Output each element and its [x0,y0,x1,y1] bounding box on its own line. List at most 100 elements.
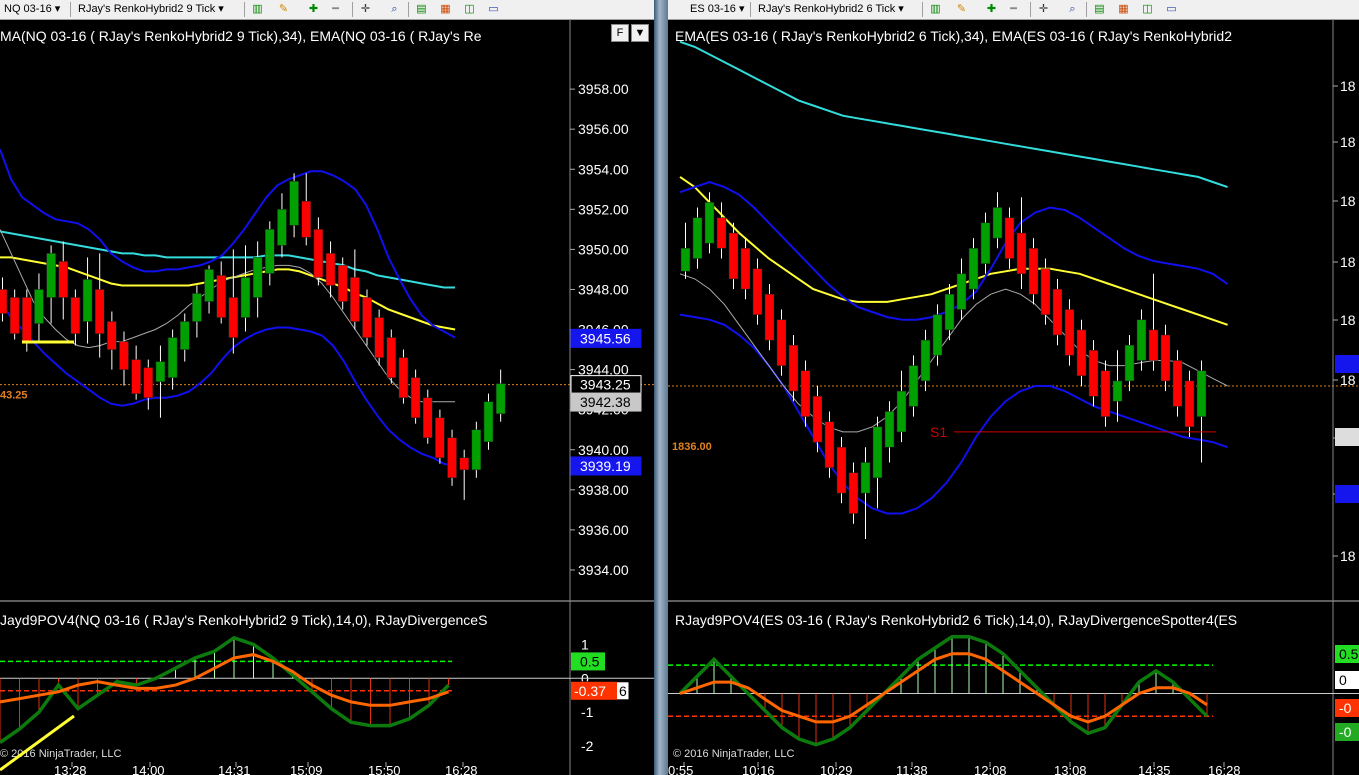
bull-candle [704,202,715,244]
bear-candle [362,297,372,338]
left-chart-canvas[interactable]: MA(NQ 03-16 ( RJay's RenkoHybrid2 9 Tick… [0,0,654,775]
osc-tick-label: -2 [581,738,594,754]
series-line-lower-band [0,300,456,467]
series-line-ema-slow [679,40,1228,189]
lower-band-badge: 3939.19 [580,458,631,474]
y-tick-label: 18 [1340,134,1356,150]
prior-close-label: 1836.00 [672,441,712,453]
y-tick-label: 3936.00 [578,522,629,538]
bear-candle [143,367,154,398]
osc-panel-title: Jayd9POV4(NQ 03-16 ( RJay's RenkoHybrid2… [0,612,487,628]
bear-candle [107,321,117,350]
series-line-ema-34 [0,256,456,331]
bear-candle [848,472,859,514]
bull-candle [192,293,202,322]
bear-candle [216,275,226,318]
y-tick-label: 3958.00 [578,81,629,97]
bull-candle [46,253,56,298]
y-tick-label: 3934.00 [578,562,629,578]
x-tick-label: 14:31 [218,763,251,775]
bull-candle [920,339,931,382]
right-chart-pane[interactable]: ES 03-16 ▾ RJay's RenkoHybrid2 6 Tick ▾ … [668,0,1359,775]
right-chart-canvas[interactable]: EMA(ES 03-16 ( RJay's RenkoHybrid2 6 Tic… [668,0,1359,775]
bull-candle [1112,380,1123,402]
osc-tick-label: -1 [581,704,594,720]
bull-candle [968,248,979,290]
y-tick-label: 18 [1340,372,1356,388]
bear-candle [131,359,141,394]
bull-candle [860,462,871,494]
bull-candle [483,401,494,442]
bear-candle [1064,309,1075,356]
bear-candle [337,265,348,302]
bear-candle [313,229,324,278]
bear-candle [764,293,775,341]
osc-badge: 0 [1339,672,1347,688]
bear-candle [1148,329,1159,361]
bear-candle [435,417,445,459]
osc-panel-title: RJayd9POV4(ES 03-16 ( RJay's RenkoHybrid… [675,612,1237,628]
bull-candle [944,293,955,331]
bear-candle [398,357,409,398]
x-tick-label: 16:28 [1208,763,1241,775]
y-tick-label: 18 [1340,254,1356,270]
bull-candle [884,411,895,448]
x-tick-label: 10:16 [742,763,775,775]
bear-candle [740,248,751,290]
y-tick-label: 3954.00 [578,161,629,177]
bull-candle [167,337,178,378]
bear-candle [386,337,397,378]
x-tick-label: 16:28 [445,763,478,775]
x-tick-label: 14:00 [132,763,165,775]
upper-band-badge-bg [1335,355,1359,373]
bear-candle [836,446,847,494]
x-tick-label: 15:50 [368,763,401,775]
osc-lower-badge: -0.37 [574,683,606,699]
bear-candle [1184,380,1195,428]
pane-splitter[interactable] [654,0,668,775]
divergence-line [0,714,75,772]
bear-candle [776,319,787,366]
bear-candle [1088,350,1099,397]
x-tick-label: 13:28 [54,763,87,775]
bull-candle [289,181,299,226]
y-tick-label: 18 [1340,78,1356,94]
bear-candle [423,397,433,438]
s1-label: S1 [930,424,947,440]
osc-orange-line [679,652,1208,724]
last-price-badge: 3943.25 [580,377,631,393]
bear-candle [325,253,336,286]
bear-candle [1052,288,1063,336]
bull-candle [992,207,1003,239]
osc-partial-badge: 6 [619,683,627,699]
last-price-badge-bg [1335,428,1359,446]
x-tick-label: 0:55 [668,763,693,775]
y-tick-label: 18 [1340,312,1356,328]
x-tick-label: 12:08 [974,763,1007,775]
bear-candle [58,261,68,298]
y-tick-label: 3948.00 [578,281,629,297]
y-tick-label: 18 [1340,548,1356,564]
bull-candle [155,361,166,382]
bull-candle [495,383,506,414]
y-tick-label: 3938.00 [578,482,629,498]
bull-candle [204,269,214,302]
x-tick-label: 11:38 [896,763,928,775]
bear-candle [1004,217,1015,259]
left-chart-pane[interactable]: NQ 03-16 ▾ RJay's RenkoHybrid2 9 Tick ▾ … [0,0,654,775]
osc-green-line [678,634,1209,747]
bull-candle [980,222,991,264]
x-tick-label: 14:35 [1138,763,1171,775]
bear-candle [824,421,835,468]
bear-candle [94,289,105,334]
bear-candle [716,217,727,249]
bear-candle [410,377,421,418]
bear-candle [800,370,811,417]
bear-candle [70,297,81,334]
bear-candle [9,297,20,334]
bear-candle [301,201,311,238]
bull-candle [956,273,967,310]
osc-tick-label: 1 [581,637,589,653]
bull-candle [896,390,907,433]
bear-candle [788,344,799,392]
